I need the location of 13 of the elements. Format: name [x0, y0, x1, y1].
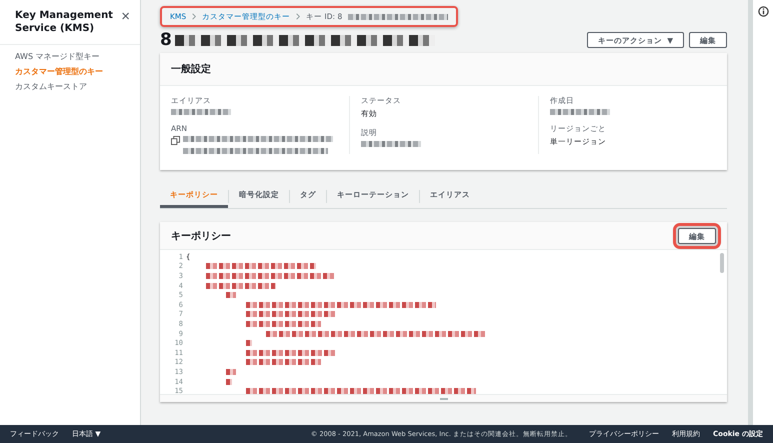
scrollbar[interactable] — [720, 253, 724, 273]
sidebar-item[interactable]: カスタムキーストア — [15, 81, 140, 92]
copy-icon[interactable] — [171, 136, 180, 145]
card-title: キーポリシー — [171, 230, 231, 243]
chevron-icon — [296, 13, 300, 20]
close-button[interactable]: × — [121, 9, 130, 25]
sidebar-item[interactable]: AWS マネージド型キー — [15, 51, 140, 62]
card-title: 一般設定 — [160, 53, 727, 86]
info-icon[interactable] — [758, 6, 768, 17]
page-title: 8 — [160, 30, 172, 50]
resize-handle[interactable] — [160, 394, 727, 402]
sidebar-title: Key Management Service (KMS) — [15, 9, 114, 35]
chevron-icon — [192, 13, 196, 20]
